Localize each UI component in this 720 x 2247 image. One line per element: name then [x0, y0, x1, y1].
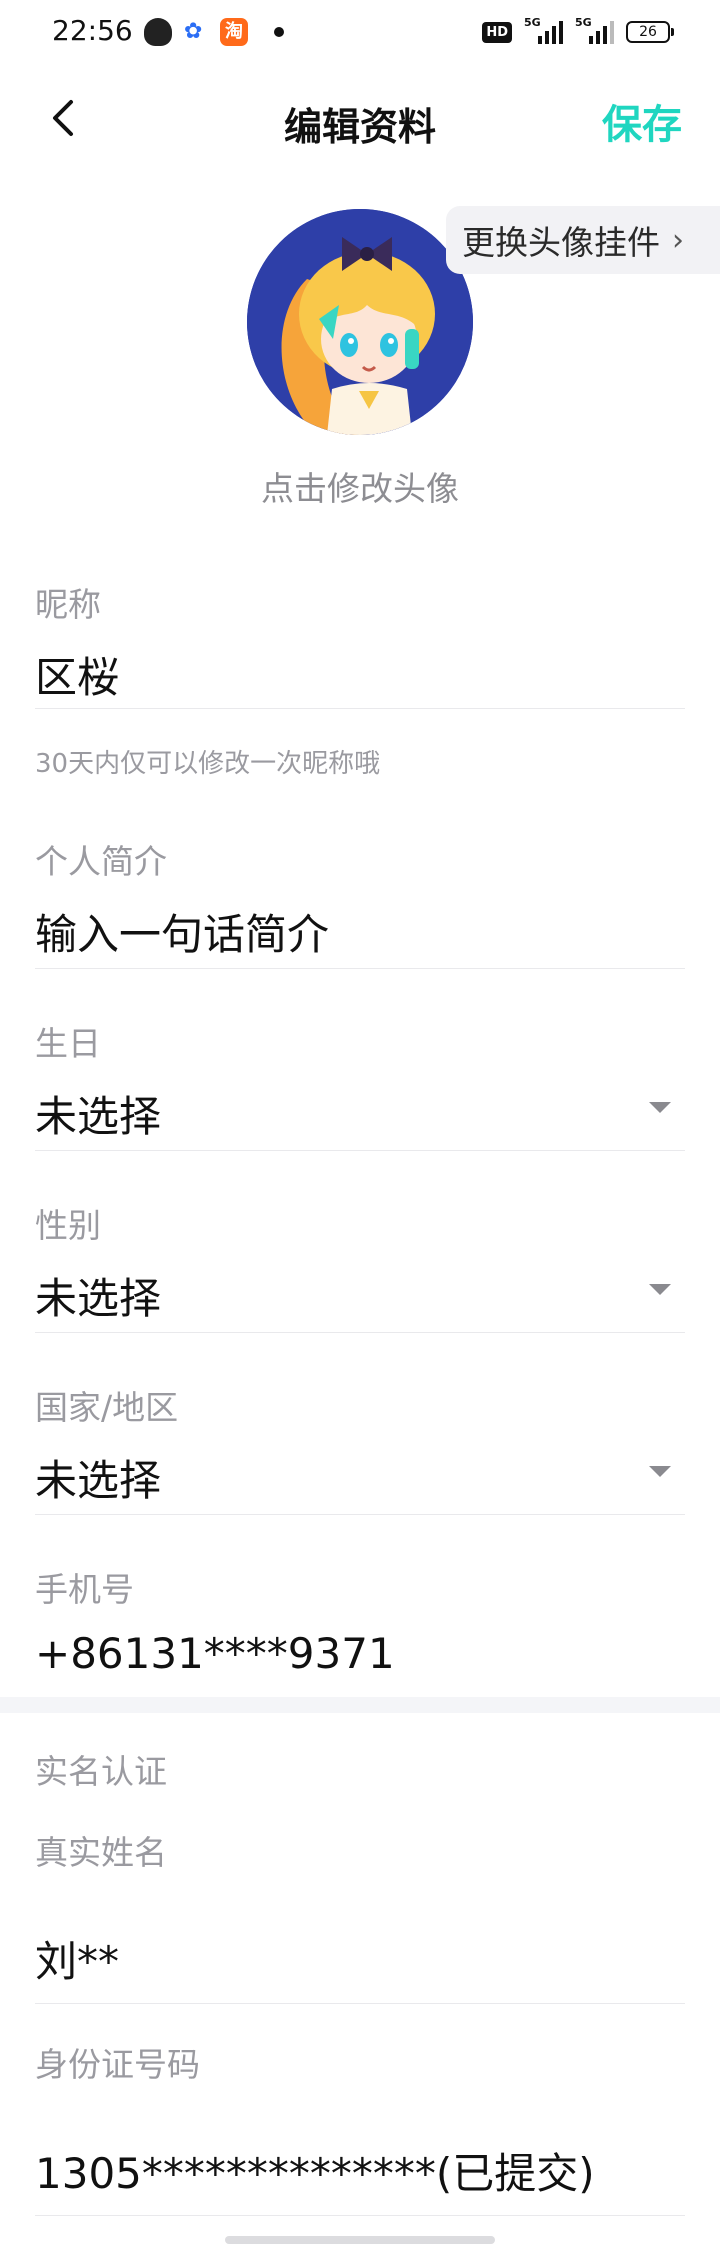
real-name-section-title: 实名认证: [35, 1752, 167, 1791]
edit-profile-screen: 22:56 ✿ 淘 HD 5G 5G 26 编辑资料 保存 更换头像挂件 › 点…: [0, 0, 720, 2247]
nickname-label: 昵称: [35, 585, 101, 624]
bio-field: 个人简介 输入一句话简介: [35, 835, 685, 969]
notification-dot-icon: [274, 27, 284, 37]
divider: [35, 2003, 685, 2004]
hd-icon: HD: [482, 21, 512, 43]
phone-value[interactable]: +86131****9371: [35, 1629, 685, 1678]
nickname-input[interactable]: 区桜: [35, 644, 685, 705]
id-number-value: 1305**************(已提交): [35, 2149, 595, 2198]
divider: [35, 1332, 685, 1333]
divider: [35, 2215, 685, 2216]
divider: [35, 1150, 685, 1151]
divider: [35, 708, 685, 709]
real-name-value: 刘**: [35, 1937, 120, 1986]
taobao-app-icon: 淘: [220, 18, 248, 46]
divider: [35, 1514, 685, 1515]
status-time: 22:56: [52, 14, 133, 47]
sim1-network-label: 5G: [524, 16, 541, 29]
avatar-character-image: [247, 209, 473, 435]
phone-field: 手机号 +86131****9371: [35, 1563, 685, 1678]
id-number-field: 身份证号码 1305**************(已提交): [35, 2038, 685, 2216]
birthday-value[interactable]: 未选择: [35, 1083, 685, 1144]
baidu-app-icon: ✿: [184, 19, 203, 44]
signal-icon-sim2: 5G: [575, 16, 614, 44]
divider: [35, 968, 685, 969]
dropdown-arrow-icon: [649, 1466, 671, 1477]
top-nav-bar: 编辑资料 保存: [0, 64, 720, 174]
bio-input[interactable]: 输入一句话简介: [35, 901, 685, 962]
region-field[interactable]: 国家/地区 未选择: [35, 1381, 685, 1515]
region-value[interactable]: 未选择: [35, 1447, 685, 1508]
change-avatar-hint[interactable]: 点击修改头像: [0, 462, 720, 510]
phone-label: 手机号: [35, 1570, 134, 1609]
birthday-label: 生日: [35, 1024, 101, 1063]
bio-label: 个人简介: [35, 842, 167, 881]
region-label: 国家/地区: [35, 1388, 179, 1427]
real-name-label: 真实姓名: [35, 1833, 167, 1872]
gender-label: 性别: [35, 1206, 101, 1245]
home-indicator[interactable]: [225, 2236, 495, 2244]
battery-icon: 26: [626, 21, 674, 43]
id-number-label: 身份证号码: [35, 2045, 200, 2084]
dropdown-arrow-icon: [649, 1284, 671, 1295]
cat-app-icon: [144, 18, 172, 46]
avatar[interactable]: [247, 209, 473, 435]
nickname-note: 30天内仅可以修改一次昵称哦: [35, 749, 381, 779]
birthday-field[interactable]: 生日 未选择: [35, 1017, 685, 1151]
chevron-right-icon: ›: [672, 222, 684, 258]
save-button[interactable]: 保存: [602, 92, 682, 150]
dropdown-arrow-icon: [649, 1102, 671, 1113]
real-name-section: 实名认证: [35, 1745, 685, 1793]
status-indicators: HD 5G 5G 26: [482, 16, 674, 48]
nickname-field: 昵称 区桜 30天内仅可以修改一次昵称哦: [35, 578, 685, 780]
section-divider: [0, 1697, 720, 1713]
gender-value[interactable]: 未选择: [35, 1265, 685, 1326]
sim2-network-label: 5G: [575, 16, 592, 29]
change-avatar-pendant-label: 更换头像挂件: [462, 223, 660, 262]
gender-field[interactable]: 性别 未选择: [35, 1199, 685, 1333]
real-name-field: 真实姓名 刘**: [35, 1826, 685, 2004]
signal-icon-sim1: 5G: [524, 16, 563, 44]
status-bar: 22:56 ✿ 淘 HD 5G 5G 26: [0, 0, 720, 64]
change-avatar-pendant-button[interactable]: 更换头像挂件 ›: [446, 206, 720, 274]
